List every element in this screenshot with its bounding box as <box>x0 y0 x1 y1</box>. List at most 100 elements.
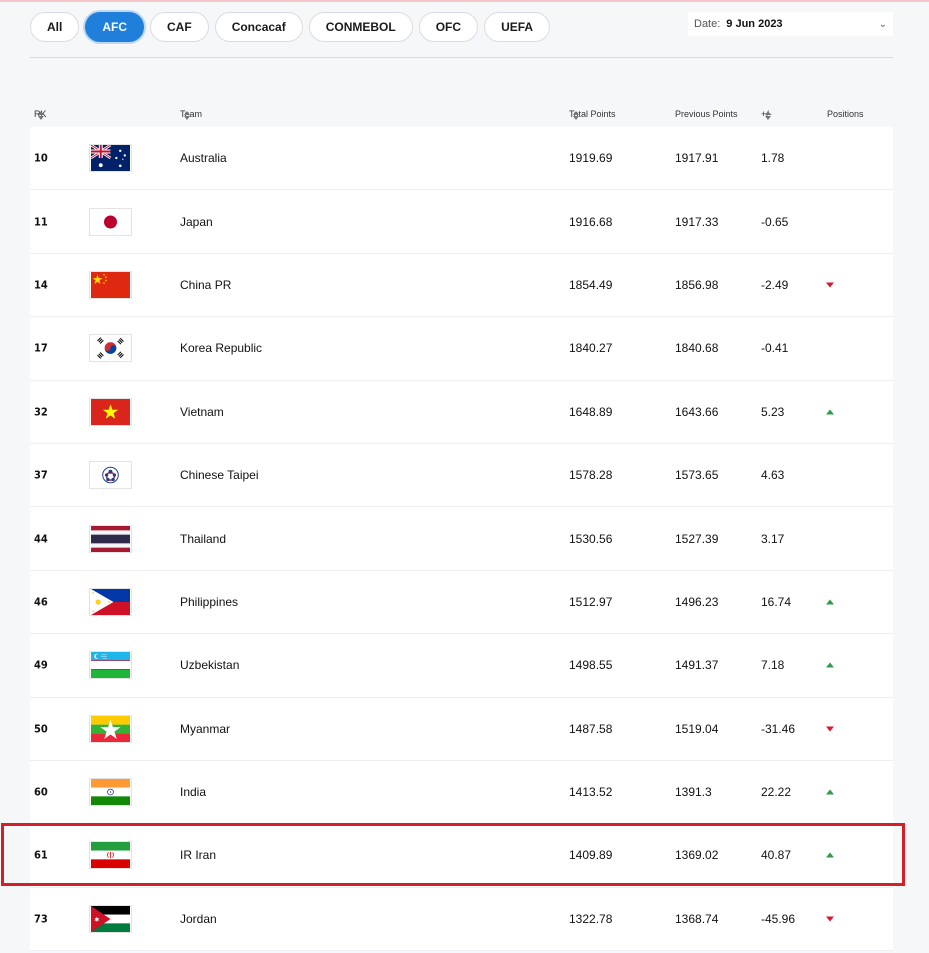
top-accent-line <box>0 0 929 2</box>
jordan-flag-icon <box>89 904 132 933</box>
table-row[interactable]: 50 Myanmar 1487.58 1519.04 -31.46 <box>30 697 893 761</box>
sort-icon <box>38 111 44 120</box>
iran-flag-icon <box>89 841 132 870</box>
team-name[interactable]: Jordan <box>180 912 217 926</box>
previous-points: 1573.65 <box>675 468 719 483</box>
chinese-taipei-flag-icon <box>89 461 132 490</box>
triangle-down-icon <box>826 916 834 922</box>
rank-value: 10 <box>34 151 48 165</box>
previous-points: 1527.39 <box>675 531 719 546</box>
triangle-up-icon <box>826 852 834 858</box>
rank-value: 46 <box>34 595 48 609</box>
team-name[interactable]: Thailand <box>180 532 226 546</box>
previous-points: 1856.98 <box>675 277 719 292</box>
filter-afc[interactable]: AFC <box>85 12 145 42</box>
points-diff: 4.63 <box>761 468 785 483</box>
filter-concacaf[interactable]: Concacaf <box>214 12 303 42</box>
team-name[interactable]: Chinese Taipei <box>180 468 259 482</box>
sort-icon <box>573 111 579 120</box>
table-row[interactable]: 73 Jordan 1322.78 1368.74 -45.96 <box>30 887 893 952</box>
triangle-up-icon <box>826 409 834 415</box>
points-diff: -0.41 <box>761 341 789 356</box>
total-points: 1322.78 <box>569 911 613 926</box>
date-value: 9 Jun 2023 <box>726 18 783 30</box>
table-row[interactable]: 44 Thailand 1530.56 1527.39 3.17 <box>30 507 893 571</box>
table-row[interactable]: 14 China PR 1854.49 1856.98 -2.49 <box>30 253 893 318</box>
uzbekistan-flag-icon <box>89 651 132 680</box>
points-diff: 7.18 <box>761 658 785 673</box>
previous-points: 1643.66 <box>675 404 719 419</box>
table-row[interactable]: 17 Korea Republic 1840.27 1840.68 -0.41 <box>30 317 893 381</box>
table-row[interactable]: 32 Vietnam 1648.89 1643.66 5.23 <box>30 380 893 444</box>
team-name[interactable]: Philippines <box>180 595 238 609</box>
team-name[interactable]: Uzbekistan <box>180 658 239 672</box>
team-name[interactable]: Myanmar <box>180 722 230 736</box>
table-row[interactable]: 61 IR Iran 1409.89 1369.02 40.87 <box>30 824 893 888</box>
filter-all[interactable]: All <box>30 12 80 42</box>
team-name[interactable]: IR Iran <box>180 848 216 862</box>
previous-points: 1917.33 <box>675 214 719 229</box>
column-team[interactable]: Team <box>180 109 202 120</box>
team-name[interactable]: India <box>180 785 206 799</box>
previous-points: 1369.02 <box>675 848 719 863</box>
date-select[interactable]: Date: 9 Jun 2023 ⌄ <box>688 12 893 36</box>
previous-points: 1917.91 <box>675 151 719 166</box>
triangle-down-icon <box>826 726 834 732</box>
previous-points: 1496.23 <box>675 594 719 609</box>
table-row[interactable]: 11 Japan 1916.68 1917.33 -0.65 <box>30 190 893 254</box>
points-diff: 5.23 <box>761 404 785 419</box>
points-diff: 22.22 <box>761 785 792 800</box>
points-diff: 40.87 <box>761 848 792 863</box>
filter-caf[interactable]: CAF <box>150 12 209 42</box>
table-row[interactable]: 60 India 1413.52 1391.3 22.22 <box>30 760 893 825</box>
ranking-table: 10 Australia 1919.69 1917.91 1.78 11 Japan 1916… <box>30 127 893 952</box>
korea-flag-icon <box>89 334 132 363</box>
total-points: 1530.56 <box>569 531 613 546</box>
column-previous-points: Previous Points <box>675 109 738 119</box>
triangle-down-icon <box>826 282 834 288</box>
table-row[interactable]: 37 Chinese Taipei 1578.28 1573.65 4.63 <box>30 443 893 508</box>
rank-value: 37 <box>34 468 48 482</box>
myanmar-flag-icon <box>89 714 132 743</box>
column-positions: Positions <box>827 109 864 119</box>
team-name[interactable]: Vietnam <box>180 405 224 419</box>
triangle-up-icon <box>826 789 834 795</box>
points-diff: 3.17 <box>761 531 785 546</box>
rank-value: 49 <box>34 658 48 672</box>
total-points: 1578.28 <box>569 468 613 483</box>
sort-icon <box>765 111 771 120</box>
points-diff: 1.78 <box>761 151 785 166</box>
rank-value: 50 <box>34 722 48 736</box>
table-row[interactable]: 49 Uzbekistan 1498.55 1491.37 7.18 <box>30 634 893 698</box>
total-points: 1648.89 <box>569 404 613 419</box>
filter-ofc[interactable]: OFC <box>418 12 479 42</box>
rank-value: 11 <box>34 215 48 229</box>
column-rk[interactable]: RK <box>34 109 47 120</box>
rank-value: 14 <box>34 278 48 292</box>
team-name[interactable]: Australia <box>180 151 227 165</box>
rank-value: 60 <box>34 785 48 799</box>
table-row[interactable]: 10 Australia 1919.69 1917.91 1.78 <box>30 127 893 191</box>
sort-icon <box>184 111 190 120</box>
previous-points: 1391.3 <box>675 785 712 800</box>
table-row[interactable]: 46 Philippines 1512.97 1496.23 16.74 <box>30 570 893 635</box>
points-diff: 16.74 <box>761 594 792 609</box>
points-diff: -45.96 <box>761 911 796 926</box>
team-name[interactable]: Japan <box>180 215 213 229</box>
thailand-flag-icon <box>89 524 132 553</box>
previous-points: 1491.37 <box>675 658 719 673</box>
team-name[interactable]: China PR <box>180 278 231 292</box>
table-header: RK Team Total Points Previous Points +/-… <box>30 107 893 123</box>
filter-uefa[interactable]: UEFA <box>484 12 551 42</box>
vietnam-flag-icon <box>89 397 132 426</box>
team-name[interactable]: Korea Republic <box>180 341 262 355</box>
rank-value: 44 <box>34 532 48 546</box>
column-diff[interactable]: +/- <box>761 109 772 120</box>
triangle-up-icon <box>826 662 834 668</box>
filter-conmebol[interactable]: CONMEBOL <box>308 12 413 42</box>
total-points: 1840.27 <box>569 341 613 356</box>
china-flag-icon <box>89 270 132 299</box>
column-total-points[interactable]: Total Points <box>569 109 616 120</box>
total-points: 1498.55 <box>569 658 613 673</box>
rank-value: 32 <box>34 405 48 419</box>
